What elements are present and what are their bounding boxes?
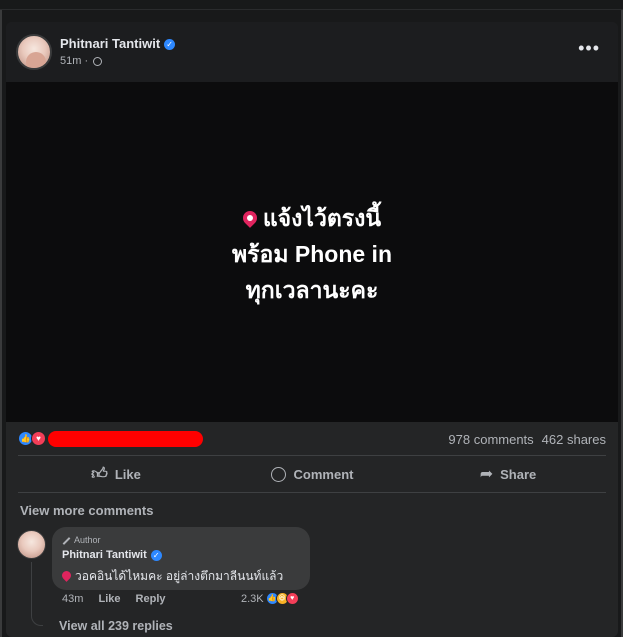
comment-bubble: Author Phitnari Tantiwit ✓ วอคอินได้ไหมคะ… [52, 527, 310, 590]
verified-icon: ✓ [164, 39, 176, 51]
commenter-name[interactable]: Phitnari Tantiwit [62, 549, 147, 561]
top-strip [0, 0, 623, 10]
frame-left [0, 10, 2, 637]
post-counts: 978 comments 462 shares [448, 432, 606, 447]
commenter-name-row: Phitnari Tantiwit ✓ [62, 549, 162, 561]
view-all-replies-link[interactable]: View all 239 replies [59, 619, 173, 633]
post-header: Phitnari Tantiwit ✓ 51m · ••• [6, 22, 618, 82]
comment-like-link[interactable]: Like [98, 593, 120, 605]
view-more-comments-link[interactable]: View more comments [20, 503, 153, 518]
comment-reply-link[interactable]: Reply [136, 593, 166, 605]
like-icon: 👍︎ [91, 465, 108, 483]
comment-reactions[interactable]: 2.3K 👍 😆 ♥ [241, 592, 299, 605]
love-reaction-icon: ♥ [285, 592, 299, 605]
pencil-icon [62, 536, 71, 545]
post-time[interactable]: 51m · [60, 55, 88, 67]
pin-icon [239, 208, 260, 228]
share-button[interactable]: ➦ Share [410, 456, 606, 492]
image-text-line-1: แจ้งไว้ตรงนี้ [6, 200, 618, 236]
love-reaction-icon[interactable]: ♥ [31, 431, 46, 446]
share-icon: ➦ [479, 466, 494, 483]
more-icon[interactable]: ••• [578, 38, 600, 59]
comment-meta: 43m Like Reply [62, 593, 166, 605]
action-bar: 👍︎ Like Comment ➦ Share [18, 456, 606, 492]
image-text-line-2: พร้อม Phone in [232, 241, 392, 267]
comment-button[interactable]: Comment [214, 456, 410, 492]
like-button[interactable]: 👍︎ Like [18, 456, 214, 492]
author-badge: Author [62, 535, 101, 545]
divider [18, 492, 606, 493]
post-meta: 51m · [60, 55, 103, 67]
author-avatar[interactable] [16, 34, 52, 70]
post-card: Phitnari Tantiwit ✓ 51m · ••• แจ้งไว้ตรงน… [6, 22, 618, 637]
author-name-row: Phitnari Tantiwit ✓ [60, 36, 176, 51]
image-text: แจ้งไว้ตรงนี้ พร้อม Phone in ทุกเวลานะคะ [6, 200, 618, 308]
image-text-line-3: ทุกเวลานะคะ [245, 277, 379, 303]
comment-time[interactable]: 43m [62, 593, 83, 605]
author-name[interactable]: Phitnari Tantiwit [60, 36, 160, 51]
redacted-reaction-names [48, 431, 203, 447]
shares-count[interactable]: 462 shares [542, 432, 606, 447]
reply-thread-line [31, 562, 43, 626]
pin-icon [60, 569, 73, 582]
comment-text-row: วอคอินได้ไหมคะ อยู่ล่างตึกมาลีนนท์แล้ว [60, 567, 284, 586]
commenter-avatar[interactable] [17, 530, 46, 559]
post-image[interactable]: แจ้งไว้ตรงนี้ พร้อม Phone in ทุกเวลานะคะ [6, 82, 618, 422]
comment-text: วอคอินได้ไหมคะ อยู่ล่างตึกมาลีนนท์แล้ว [75, 569, 284, 583]
verified-icon: ✓ [150, 549, 162, 561]
reactions-row: 👍 ♥ 978 comments 462 shares [6, 422, 618, 456]
comment-reaction-count: 2.3K [241, 592, 264, 605]
comment-icon [270, 466, 286, 482]
comments-count[interactable]: 978 comments [448, 432, 533, 447]
globe-icon [93, 56, 103, 66]
